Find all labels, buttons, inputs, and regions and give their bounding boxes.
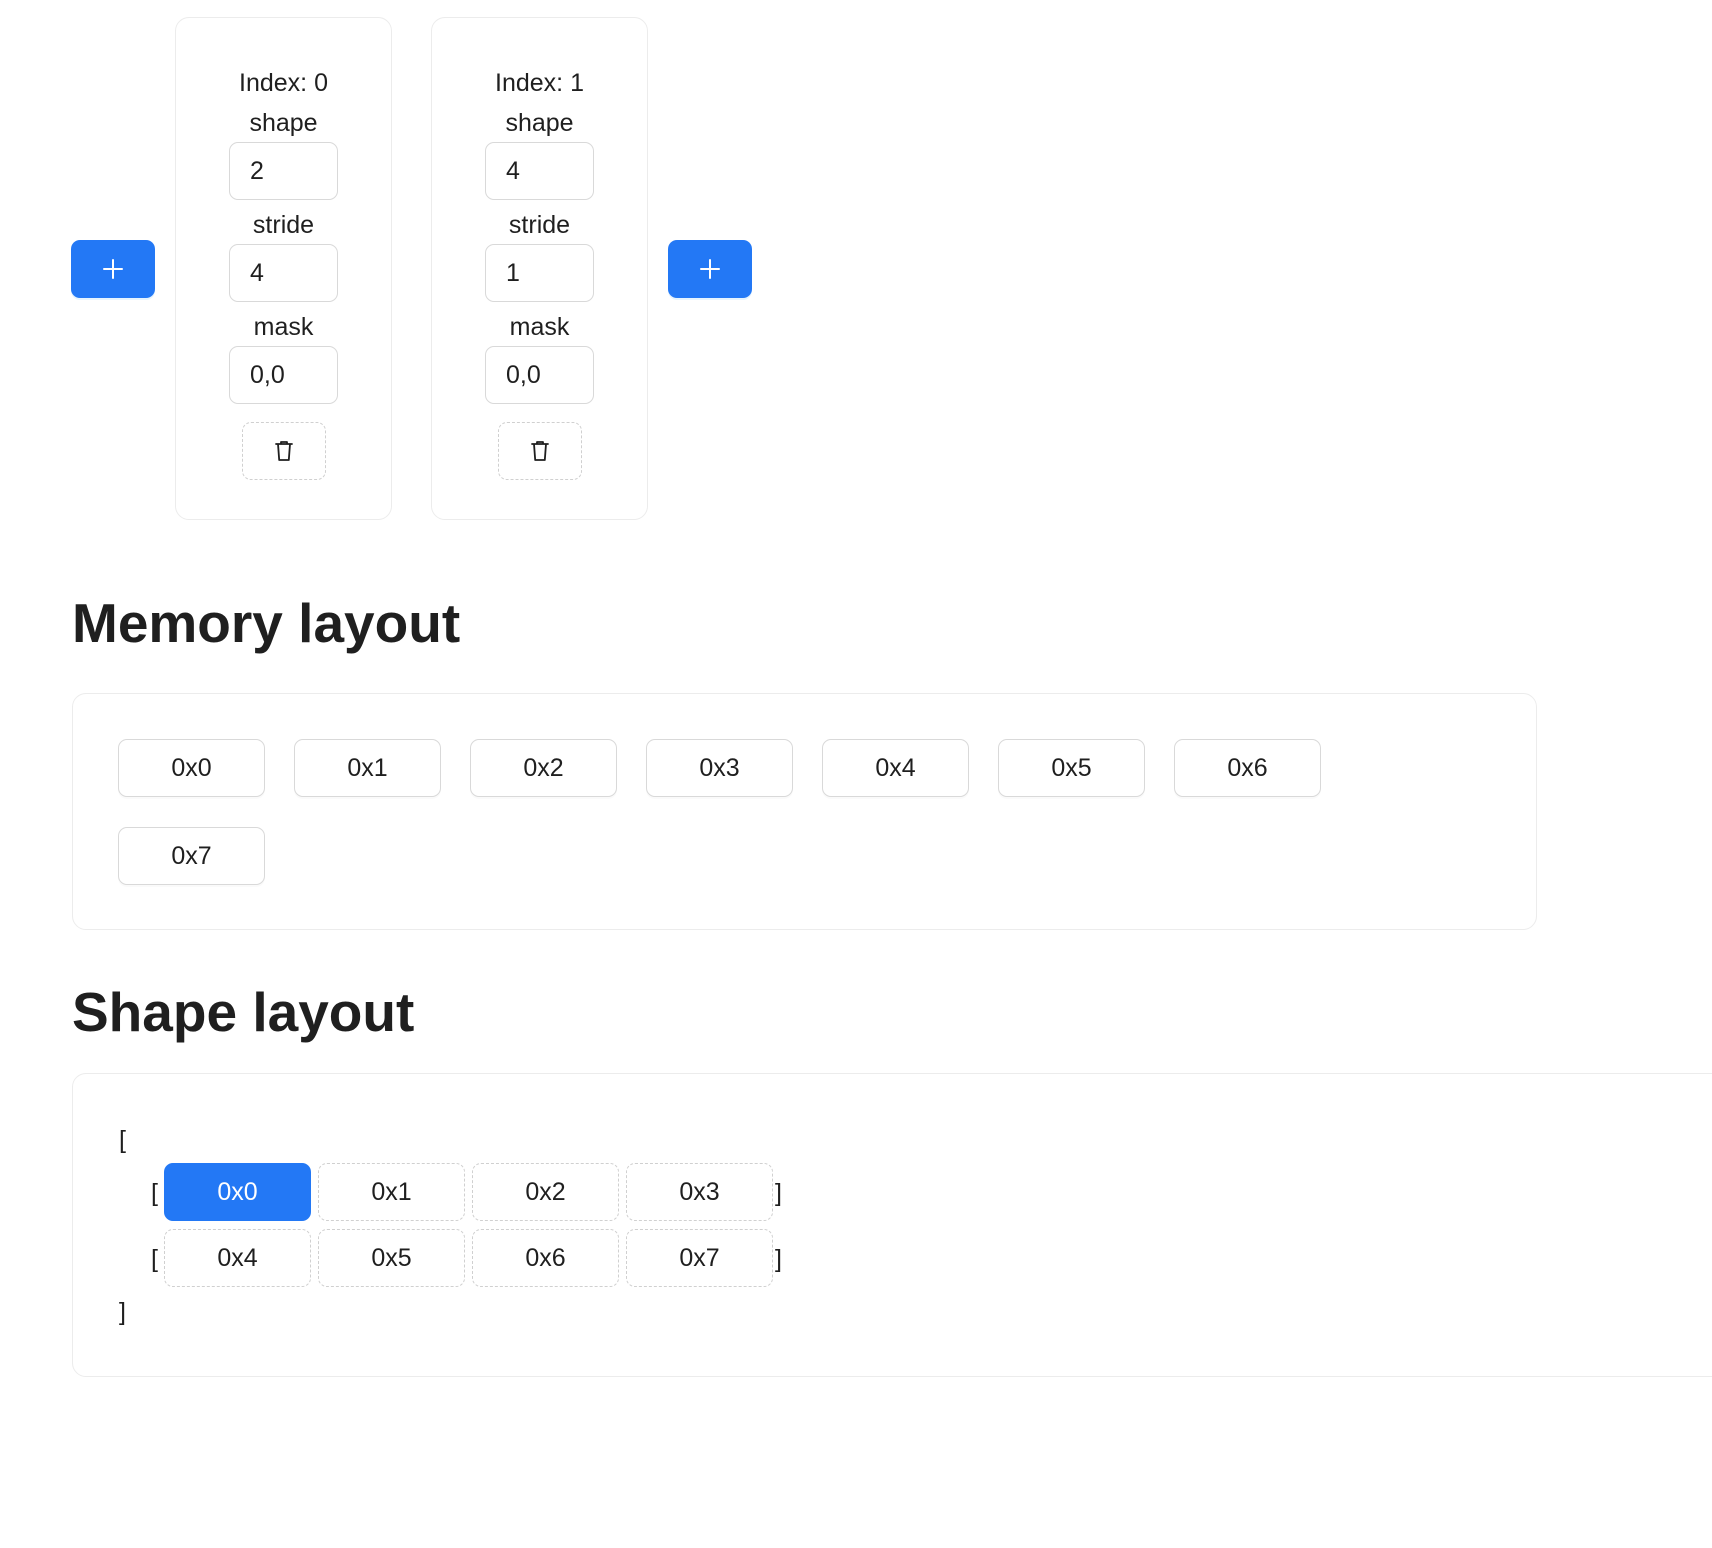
trash-icon (274, 441, 293, 461)
shape-cell[interactable]: 0x1 (318, 1163, 465, 1221)
memory-layout-title: Memory layout (72, 592, 461, 654)
trash-icon (530, 441, 549, 461)
row-open-bracket: [ (151, 1179, 158, 1207)
mask-input[interactable] (229, 346, 338, 404)
row-open-bracket: [ (151, 1245, 158, 1273)
plus-icon (700, 259, 720, 279)
memory-cell[interactable]: 0x0 (118, 739, 265, 797)
shape-cell[interactable]: 0x5 (318, 1229, 465, 1287)
mask-label: mask (253, 313, 314, 341)
page: Index: 0 shape stride mask Index: 1 shap… (0, 0, 1712, 1548)
delete-dimension-button[interactable] (241, 422, 326, 480)
plus-icon (103, 259, 123, 279)
stride-label: stride (508, 211, 571, 239)
dimension-card-0: Index: 0 shape stride mask (175, 17, 392, 520)
memory-cell[interactable]: 0x4 (822, 739, 969, 797)
delete-dimension-button[interactable] (497, 422, 582, 480)
memory-layout-panel: 0x0 0x1 0x2 0x3 0x4 0x5 0x6 0x7 (72, 693, 1537, 930)
shape-cell[interactable]: 0x6 (472, 1229, 619, 1287)
shape-cell-selected[interactable]: 0x0 (164, 1163, 311, 1221)
shape-input[interactable] (229, 142, 338, 200)
shape-cell[interactable]: 0x4 (164, 1229, 311, 1287)
memory-cell[interactable]: 0x7 (118, 827, 265, 885)
dimension-index-label: Index: 0 (239, 69, 328, 97)
stride-input[interactable] (229, 244, 338, 302)
memory-cell[interactable]: 0x2 (470, 739, 617, 797)
add-dimension-before-button[interactable] (71, 240, 155, 298)
shape-cell[interactable]: 0x3 (626, 1163, 773, 1221)
shape-label: shape (249, 109, 318, 137)
shape-layout-title: Shape layout (72, 981, 415, 1043)
shape-input[interactable] (485, 142, 594, 200)
outer-open-bracket: [ (119, 1126, 126, 1154)
row-close-bracket: ] (775, 1245, 782, 1273)
memory-cell[interactable]: 0x5 (998, 739, 1145, 797)
outer-close-bracket: ] (119, 1298, 126, 1326)
shape-layout-panel: [ [ 0x0 0x1 0x2 0x3 ] [ 0x4 0x5 0x6 0x7 … (72, 1073, 1712, 1377)
memory-cell[interactable]: 0x3 (646, 739, 793, 797)
memory-cell[interactable]: 0x1 (294, 739, 441, 797)
mask-label: mask (509, 313, 570, 341)
mask-input[interactable] (485, 346, 594, 404)
shape-cell[interactable]: 0x2 (472, 1163, 619, 1221)
add-dimension-after-button[interactable] (668, 240, 752, 298)
dimension-index-label: Index: 1 (495, 69, 584, 97)
stride-label: stride (252, 211, 315, 239)
memory-cell[interactable]: 0x6 (1174, 739, 1321, 797)
shape-cell[interactable]: 0x7 (626, 1229, 773, 1287)
row-close-bracket: ] (775, 1179, 782, 1207)
shape-label: shape (505, 109, 574, 137)
dimension-card-1: Index: 1 shape stride mask (431, 17, 648, 520)
stride-input[interactable] (485, 244, 594, 302)
